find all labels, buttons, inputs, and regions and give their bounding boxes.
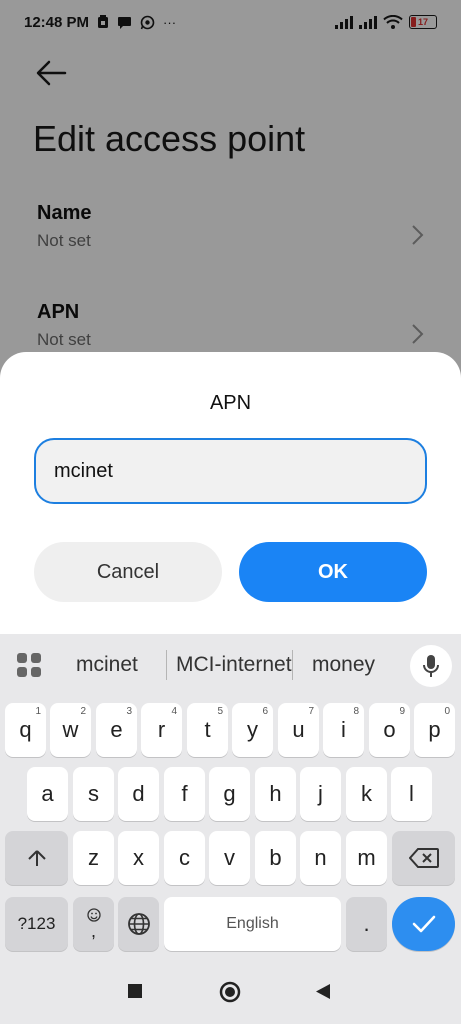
home-circle-icon[interactable] [219,981,241,1003]
key-q[interactable]: q1 [5,703,46,757]
key-m[interactable]: m [346,831,387,885]
dialog-title: APN [209,392,252,414]
key-z[interactable]: z [73,831,114,885]
apn-dialog: APN mcinet Cancel OK [0,352,461,642]
key-label: t [204,717,211,742]
key-d[interactable]: d [118,767,159,821]
key-label: y [247,717,258,742]
key-b[interactable]: b [255,831,296,885]
suggestion-item[interactable]: MCI-internet [176,653,292,677]
suggestion-divider [292,650,293,680]
key-label: u [292,717,305,742]
key-u[interactable]: u7 [278,703,319,757]
comma-label: , [90,921,96,941]
key-a[interactable]: a [27,767,68,821]
key-x[interactable]: x [118,831,159,885]
key-hint: 4 [171,706,177,717]
key-hint: 7 [308,706,314,717]
microphone-icon [423,655,439,677]
key-label: r [157,717,166,742]
key-s[interactable]: s [73,767,114,821]
key-hint: 3 [126,706,132,717]
suggestion-item[interactable]: mcinet [76,653,138,677]
cancel-button[interactable]: Cancel [34,542,222,602]
apn-input[interactable]: mcinet [34,438,427,504]
shift-arrow-icon [27,850,46,866]
voice-input-button[interactable] [410,645,452,687]
back-triangle-icon[interactable] [315,983,331,1000]
suggestion-divider [166,650,167,680]
ok-button[interactable]: OK [239,542,427,602]
key-o[interactable]: o9 [369,703,410,757]
key-t[interactable]: t5 [187,703,228,757]
emoji-comma-key[interactable]: , [73,897,114,951]
system-nav-bar [0,956,461,1024]
key-y[interactable]: y6 [232,703,273,757]
emoji-icon [86,908,101,922]
key-c[interactable]: c [164,831,205,885]
key-n[interactable]: n [300,831,341,885]
key-e[interactable]: e3 [96,703,137,757]
key-w[interactable]: w2 [50,703,91,757]
key-k[interactable]: k [346,767,387,821]
globe-icon [127,913,150,935]
key-h[interactable]: h [255,767,296,821]
key-label: i [341,717,346,742]
suggestion-item[interactable]: money [312,653,375,677]
key-label: q [19,717,32,742]
backspace-icon [408,848,439,868]
key-l[interactable]: l [391,767,432,821]
checkmark-icon [412,915,435,933]
key-hint: 2 [80,706,86,717]
key-hint: 8 [353,706,359,717]
key-hint: 5 [217,706,223,717]
backspace-key[interactable] [392,831,455,885]
language-key[interactable] [118,897,159,951]
key-hint: 0 [444,706,450,717]
key-label: e [110,717,123,742]
key-f[interactable]: f [164,767,205,821]
key-p[interactable]: p0 [414,703,455,757]
key-g[interactable]: g [209,767,250,821]
key-label: w [62,717,79,742]
keyboard-apps-icon[interactable] [16,652,42,678]
key-label: p [428,717,441,742]
key-v[interactable]: v [209,831,250,885]
enter-key[interactable] [392,897,455,951]
period-key[interactable]: . [346,897,387,951]
shift-key[interactable] [5,831,68,885]
suggestion-bar: mcinet MCI-internet money [0,634,461,696]
recents-square-icon[interactable] [127,983,143,999]
key-i[interactable]: i8 [323,703,364,757]
key-r[interactable]: r4 [141,703,182,757]
key-j[interactable]: j [300,767,341,821]
symbols-key[interactable]: ?123 [5,897,68,951]
space-key[interactable]: English [164,897,341,951]
key-hint: 1 [35,706,41,717]
key-hint: 6 [262,706,268,717]
key-label: o [383,717,396,742]
key-hint: 9 [399,706,405,717]
